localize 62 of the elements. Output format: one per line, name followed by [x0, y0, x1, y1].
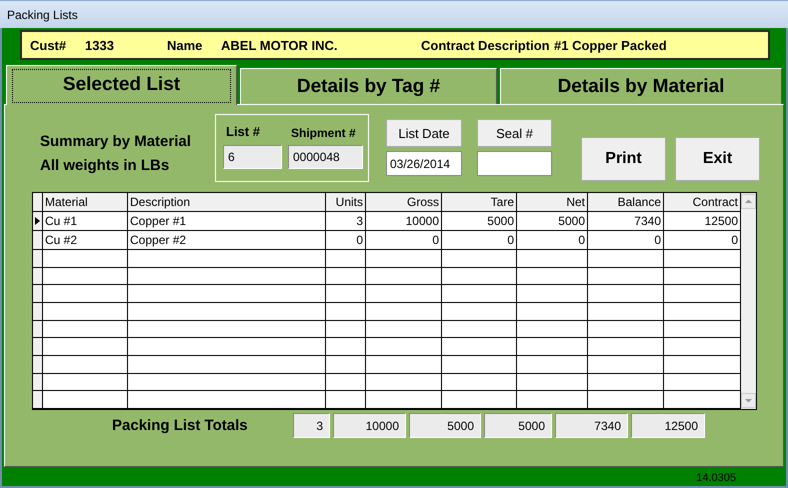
header-label: Name — [167, 38, 204, 52]
table-cell: 0 — [517, 231, 588, 249]
column-header: Net — [517, 193, 588, 211]
table-cell: Copper #1 — [128, 212, 326, 230]
column-header: Gross — [366, 193, 442, 211]
row-selector[interactable] — [33, 356, 43, 373]
shipment-number-field[interactable]: 0000048 — [288, 145, 363, 169]
column-header: Units — [326, 193, 366, 211]
table-cell: 0 — [442, 231, 517, 249]
contract-description: #1 Copper Packed — [554, 38, 667, 52]
table-cell: 0 — [588, 231, 664, 249]
customer-number: 1333 — [85, 38, 115, 52]
table-cell: 10000 — [366, 212, 442, 230]
table-cell: 7340 — [588, 212, 664, 230]
list-date-button[interactable]: List Date — [386, 119, 462, 147]
row-selector[interactable] — [33, 303, 43, 320]
tab[interactable]: Details by Tag # — [240, 68, 497, 104]
window-title: Packing Lists — [7, 8, 78, 22]
print-button[interactable]: Print — [581, 137, 666, 181]
summary-subtitle: All weights in LBs — [40, 156, 170, 176]
header-label: Contract Description — [421, 38, 551, 52]
table-cell: Cu #2 — [43, 231, 128, 249]
summary-title: Summary by Material — [40, 132, 192, 152]
totals-label: Packing List Totals — [111, 417, 249, 434]
total-field: 12500 — [631, 413, 705, 438]
row-selector[interactable] — [33, 338, 43, 356]
total-field: 5000 — [409, 413, 481, 438]
column-header: Material — [43, 193, 128, 211]
seal-field[interactable] — [477, 151, 552, 176]
table-cell: 5000 — [442, 212, 517, 230]
row-selector[interactable] — [33, 285, 43, 302]
row-selector[interactable] — [33, 268, 43, 284]
row-selector[interactable] — [33, 250, 43, 267]
row-selector[interactable] — [33, 212, 43, 230]
table-cell: 0 — [366, 231, 442, 249]
list-date-field[interactable]: 03/26/2014 — [386, 151, 462, 176]
header-label: Cust# — [30, 38, 68, 52]
column-header: Balance — [588, 193, 664, 211]
row-selector[interactable] — [33, 231, 43, 249]
field-label: List # — [225, 123, 261, 141]
column-header: Description — [128, 193, 326, 211]
table-cell: 0 — [326, 231, 366, 249]
total-field: 5000 — [484, 413, 552, 438]
column-header: Tare — [442, 193, 517, 211]
exit-button[interactable]: Exit — [675, 137, 760, 181]
table-cell: Cu #1 — [43, 212, 128, 230]
total-field: 7340 — [555, 413, 628, 438]
table-cell: 5000 — [517, 212, 588, 230]
list-number-field[interactable]: 6 — [223, 145, 282, 169]
version-text: 14.0305 — [696, 472, 736, 484]
row-selector[interactable] — [33, 391, 43, 408]
table-cell: Copper #2 — [128, 231, 326, 249]
table-cell: 3 — [326, 212, 366, 230]
total-field: 3 — [293, 413, 330, 438]
seal-button[interactable]: Seal # — [477, 119, 552, 147]
row-selector[interactable] — [33, 320, 43, 338]
tab[interactable]: Details by Material — [500, 68, 782, 104]
row-selector[interactable] — [33, 374, 43, 390]
total-field: 10000 — [333, 413, 406, 438]
tab[interactable]: Selected List — [6, 65, 237, 105]
customer-name: ABEL MOTOR INC. — [221, 38, 339, 52]
field-label: Shipment # — [290, 125, 357, 142]
